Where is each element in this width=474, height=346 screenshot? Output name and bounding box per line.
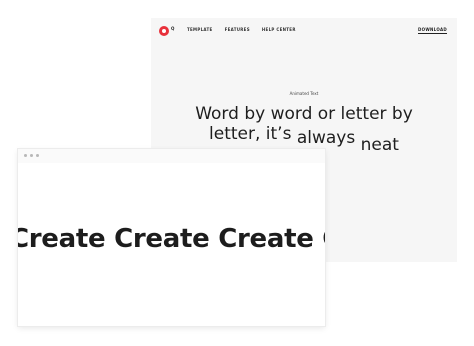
nav-features[interactable]: FEATURES	[225, 27, 250, 32]
nav-help-center[interactable]: HELP CENTER	[262, 27, 296, 32]
window-dot-icon[interactable]	[36, 154, 39, 157]
site-nav: Q TEMPLATE FEATURES HELP CENTER DOWNLOAD	[151, 18, 457, 44]
front-window: Create Create Create Create	[18, 149, 325, 326]
hero-word-animated: always	[296, 128, 356, 148]
window-dot-icon[interactable]	[30, 154, 33, 157]
window-dots	[24, 154, 39, 157]
nav-links: TEMPLATE FEATURES HELP CENTER	[187, 27, 296, 32]
hero-line-2: letter, it’s always neat	[151, 124, 457, 155]
hero-eyebrow: Animated Text	[289, 91, 319, 96]
marquee-text: Create Create Create Create	[18, 224, 325, 254]
window-titlebar	[18, 149, 325, 163]
download-link[interactable]: DOWNLOAD	[418, 27, 447, 34]
hero-word-group: letter, it’s	[209, 124, 292, 144]
hero-word-animated-2: neat	[360, 135, 399, 155]
nav-template[interactable]: TEMPLATE	[187, 27, 213, 32]
hero-line-1: Word by word or letter by	[195, 104, 413, 124]
window-dot-icon[interactable]	[24, 154, 27, 157]
logo-text[interactable]: Q	[171, 26, 175, 31]
logo-icon[interactable]	[159, 26, 169, 36]
